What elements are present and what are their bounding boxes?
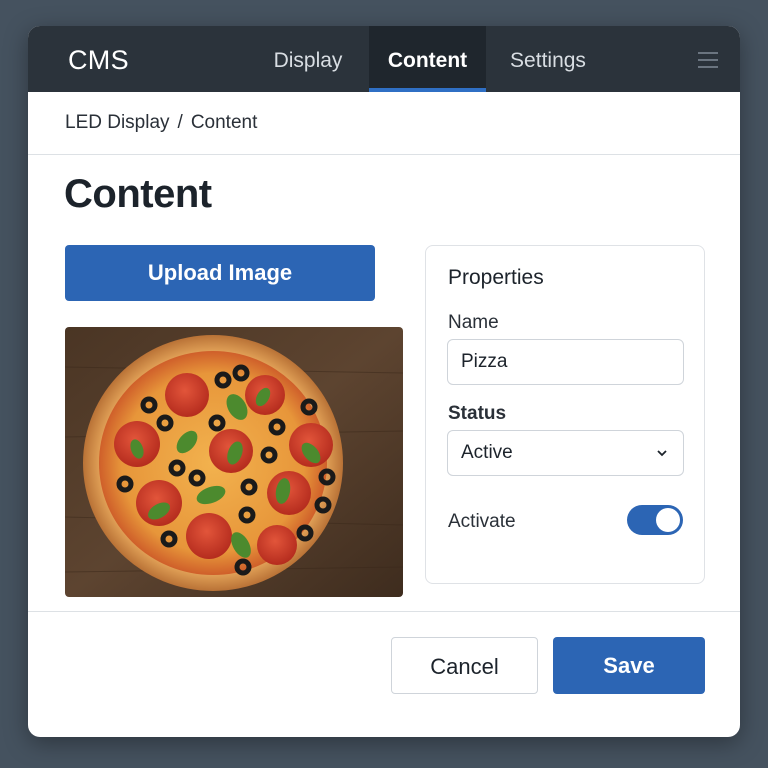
hamburger-menu-icon[interactable] [698, 52, 718, 68]
tab-display[interactable]: Display [258, 26, 358, 92]
name-input[interactable] [447, 339, 684, 385]
properties-panel: Properties Name Status Active Activate [425, 245, 705, 584]
breadcrumb-separator: / [177, 112, 183, 133]
cms-window: CMS Display Content Settings LED Display… [28, 26, 740, 737]
toggle-knob [656, 508, 680, 532]
save-button[interactable]: Save [553, 637, 705, 694]
status-select[interactable]: Active [447, 430, 684, 476]
breadcrumb-item-led-display[interactable]: LED Display [65, 112, 170, 133]
activate-label: Activate [448, 511, 516, 532]
tab-content[interactable]: Content [369, 26, 486, 92]
name-label: Name [448, 312, 499, 333]
breadcrumb-item-content: Content [190, 112, 258, 133]
properties-title: Properties [448, 266, 544, 289]
top-nav-bar: CMS Display Content Settings [28, 26, 740, 92]
page-title: Content [64, 172, 212, 216]
app-brand: CMS [68, 45, 129, 75]
footer-divider [28, 611, 740, 612]
pizza-image [65, 327, 403, 597]
breadcrumb: LED Display / Content [65, 112, 257, 134]
tab-settings[interactable]: Settings [496, 26, 600, 92]
status-label: Status [448, 403, 507, 424]
upload-image-button[interactable]: Upload Image [65, 245, 375, 301]
chevron-down-icon [657, 450, 667, 457]
cancel-button[interactable]: Cancel [391, 637, 538, 694]
activate-toggle[interactable] [627, 505, 683, 535]
status-select-value: Active [461, 442, 513, 463]
image-preview [65, 327, 403, 597]
divider [28, 154, 740, 155]
